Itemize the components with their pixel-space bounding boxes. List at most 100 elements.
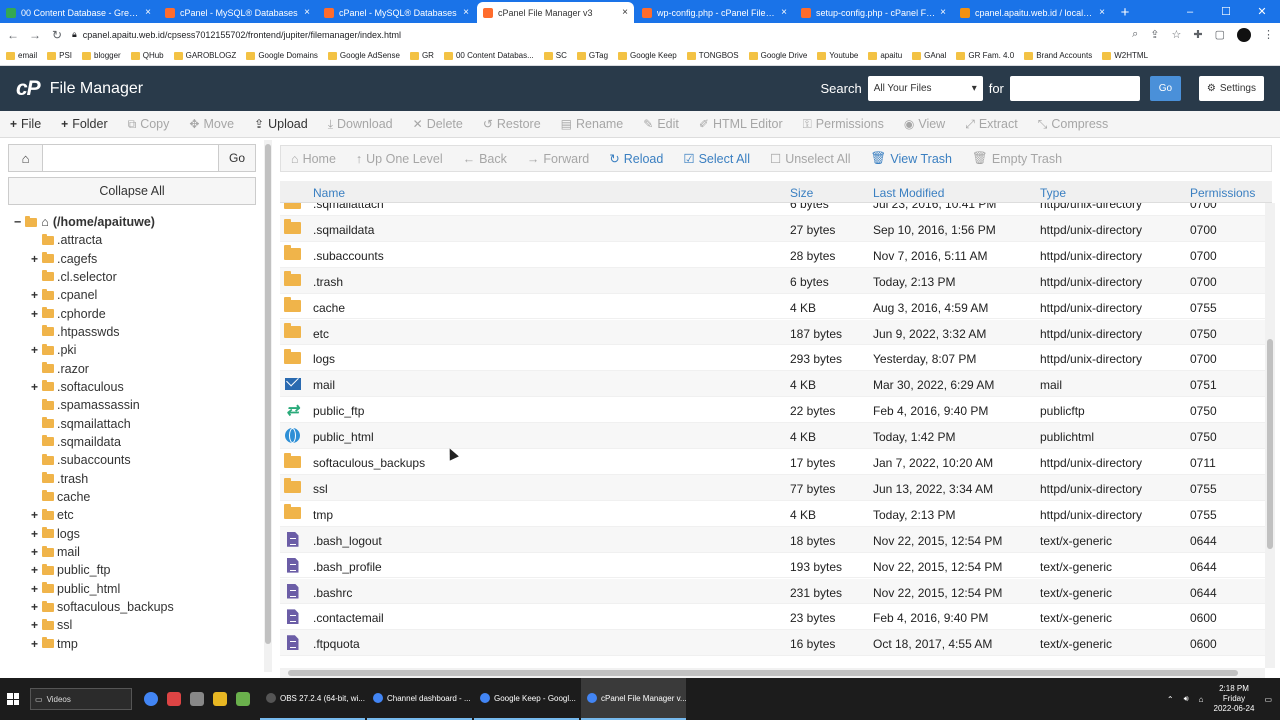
bookmark-item[interactable]: blogger	[82, 51, 121, 60]
tree-item[interactable]: .razor	[14, 359, 254, 377]
view-trash-button[interactable]: 🗑︎ View Trash	[871, 151, 952, 166]
up-one-level-button[interactable]: ↑ Up One Level	[356, 152, 443, 166]
browser-tab[interactable]: cPanel - MySQL® Databases ×	[318, 2, 475, 23]
download-button[interactable]: ⤓ Download	[328, 117, 393, 132]
expand-toggle-icon[interactable]: +	[30, 618, 39, 632]
tree-item[interactable]: + .softaculous	[14, 378, 254, 396]
expand-toggle-icon[interactable]: +	[30, 545, 39, 559]
tree-item[interactable]: + logs	[14, 525, 254, 543]
maximize-icon[interactable]: ☐	[1208, 5, 1244, 18]
file-name[interactable]: ssl	[313, 482, 328, 496]
select-all-button[interactable]: ☑ Select All	[683, 151, 750, 167]
html-editor-button[interactable]: ✐ HTML Editor	[699, 117, 783, 131]
forward-arrow-icon[interactable]: →	[28, 28, 42, 42]
bookmark-item[interactable]: Google AdSense	[327, 51, 400, 60]
file-name[interactable]: .bash_profile	[313, 560, 382, 574]
column-header-name[interactable]: Name	[313, 186, 345, 200]
browser-tab[interactable]: wp-config.php - cPanel File Ma... ×	[636, 2, 793, 23]
taskbar-app[interactable]: cPanel File Manager v...	[581, 678, 686, 720]
collapse-all-button[interactable]: Collapse All	[8, 177, 256, 205]
file-explorer-icon[interactable]	[213, 692, 227, 706]
network-icon[interactable]: ⌂	[1199, 695, 1204, 704]
tree-item[interactable]: + softaculous_backups	[14, 598, 254, 616]
close-icon[interactable]: ×	[622, 7, 628, 18]
table-row[interactable]: public_html 4 KB Today, 1:42 PM publichtml 0…	[280, 423, 1265, 449]
move-button[interactable]: ✥ Move	[189, 117, 234, 131]
close-icon[interactable]: ×	[1099, 7, 1105, 18]
table-row[interactable]: cache 4 KB Aug 3, 2016, 4:59 AM httpd/unix-…	[280, 294, 1265, 320]
tree-item[interactable]: + ssl	[14, 616, 254, 634]
tree-item[interactable]: + .cphorde	[14, 304, 254, 322]
table-row[interactable]: .bash_logout 18 bytes Nov 22, 2015, 12:54 …	[280, 526, 1265, 553]
profile-avatar[interactable]	[1237, 27, 1251, 42]
bookmark-item[interactable]: email	[6, 51, 37, 60]
sidebar-icon[interactable]: ▢	[1215, 28, 1225, 42]
column-header-last-modified[interactable]: Last Modified	[873, 186, 944, 200]
new-folder-button[interactable]: + Folder	[61, 117, 107, 131]
file-name[interactable]: tmp	[313, 508, 333, 522]
bookmark-item[interactable]: GR Fam. 4.0	[956, 51, 1014, 60]
app-icon[interactable]	[167, 692, 181, 706]
share-icon[interactable]: ⇪	[1150, 28, 1159, 42]
path-go-button[interactable]: Go	[218, 145, 255, 171]
bookmark-item[interactable]: QHub	[130, 51, 164, 60]
file-name[interactable]: .ftpquota	[313, 637, 360, 651]
file-name[interactable]: public_ftp	[313, 404, 364, 418]
table-row[interactable]: mail 4 KB Mar 30, 2022, 6:29 AM mail 0751	[280, 371, 1265, 398]
file-name[interactable]: etc	[313, 327, 329, 341]
home-icon[interactable]: ⌂	[9, 145, 43, 171]
taskbar-search[interactable]: ▭ Videos	[30, 688, 132, 710]
permissions-button[interactable]: ⚿ Permissions	[803, 117, 884, 132]
file-name[interactable]: .sqmaildata	[313, 223, 374, 237]
bookmark-item[interactable]: GAROBLOGZ	[173, 51, 236, 60]
clock[interactable]: 2:18 PM Friday 2022-06-24	[1214, 684, 1255, 714]
table-row[interactable]: .sqmailattach 6 bytes Jul 23, 2016, 10:41 …	[280, 203, 1265, 216]
bookmark-item[interactable]: Google Drive	[748, 51, 807, 60]
file-name[interactable]: softaculous_backups	[313, 456, 425, 470]
calculator-icon[interactable]	[190, 692, 204, 706]
close-icon[interactable]: ×	[781, 7, 787, 18]
taskbar-app[interactable]: Google Keep - Googl...	[474, 678, 579, 720]
bookmark-item[interactable]: 00 Content Databas...	[443, 51, 534, 60]
table-row[interactable]: logs 293 bytes Yesterday, 8:07 PM httpd/uni…	[280, 345, 1265, 372]
taskbar-app[interactable]: OBS 27.2.4 (64-bit, wi...	[260, 678, 365, 720]
extract-button[interactable]: ⤢ Extract	[965, 117, 1018, 132]
expand-toggle-icon[interactable]: +	[30, 508, 39, 522]
upload-button[interactable]: ⇪ Upload	[254, 117, 308, 131]
file-name[interactable]: .subaccounts	[313, 249, 384, 263]
file-name[interactable]: cache	[313, 301, 345, 315]
start-button[interactable]	[0, 678, 26, 720]
file-name[interactable]: public_html	[313, 430, 374, 444]
browser-tab[interactable]: setup-config.php - cPanel File M... ×	[795, 2, 952, 23]
taskbar-app[interactable]: Channel dashboard - ...	[367, 678, 472, 720]
expand-toggle-icon[interactable]: +	[30, 582, 39, 596]
tree-item[interactable]: .sqmailattach	[14, 414, 254, 432]
table-row[interactable]: softaculous_backups 17 bytes Jan 7, 2022, …	[280, 449, 1265, 475]
browser-tab[interactable]: cPanel - MySQL® Databases ×	[159, 2, 316, 23]
bookmark-item[interactable]: GAnal	[912, 51, 946, 60]
tree-item[interactable]: .subaccounts	[14, 451, 254, 469]
file-name[interactable]: logs	[313, 352, 335, 366]
table-row[interactable]: tmp 4 KB Today, 2:13 PM httpd/unix-director…	[280, 501, 1265, 527]
file-name[interactable]: .bash_logout	[313, 534, 382, 548]
tree-scrollbar[interactable]	[264, 140, 272, 672]
new-file-button[interactable]: + File	[10, 117, 41, 131]
unselect-all-button[interactable]: ☐ Unselect All	[770, 151, 851, 167]
table-row[interactable]: ⇄ public_ftp 22 bytes Feb 4, 2016, 9:40 PM p…	[280, 397, 1265, 424]
close-icon[interactable]: ×	[463, 7, 469, 18]
table-row[interactable]: etc 187 bytes Jun 9, 2022, 3:32 AM httpd/un…	[280, 319, 1265, 346]
tree-item[interactable]: .spamassassin	[14, 396, 254, 414]
restore-button[interactable]: ↺ Restore	[483, 117, 541, 131]
extensions-icon[interactable]: ✚	[1193, 28, 1202, 42]
reload-icon[interactable]: ↻	[50, 28, 64, 42]
close-icon[interactable]: ×	[940, 7, 946, 18]
table-row[interactable]: .subaccounts 28 bytes Nov 7, 2016, 5:11 AM…	[280, 242, 1265, 268]
delete-button[interactable]: ✕ Delete	[413, 117, 463, 131]
path-input[interactable]	[43, 145, 218, 171]
search-scope-select[interactable]: All Your Files ▾	[867, 76, 983, 101]
minimize-icon[interactable]: –	[1172, 6, 1208, 18]
file-list-horizontal-scrollbar[interactable]	[280, 668, 1265, 678]
column-header-type[interactable]: Type	[1040, 186, 1066, 200]
close-window-icon[interactable]: ✕	[1244, 5, 1280, 18]
file-name[interactable]: mail	[313, 378, 335, 392]
